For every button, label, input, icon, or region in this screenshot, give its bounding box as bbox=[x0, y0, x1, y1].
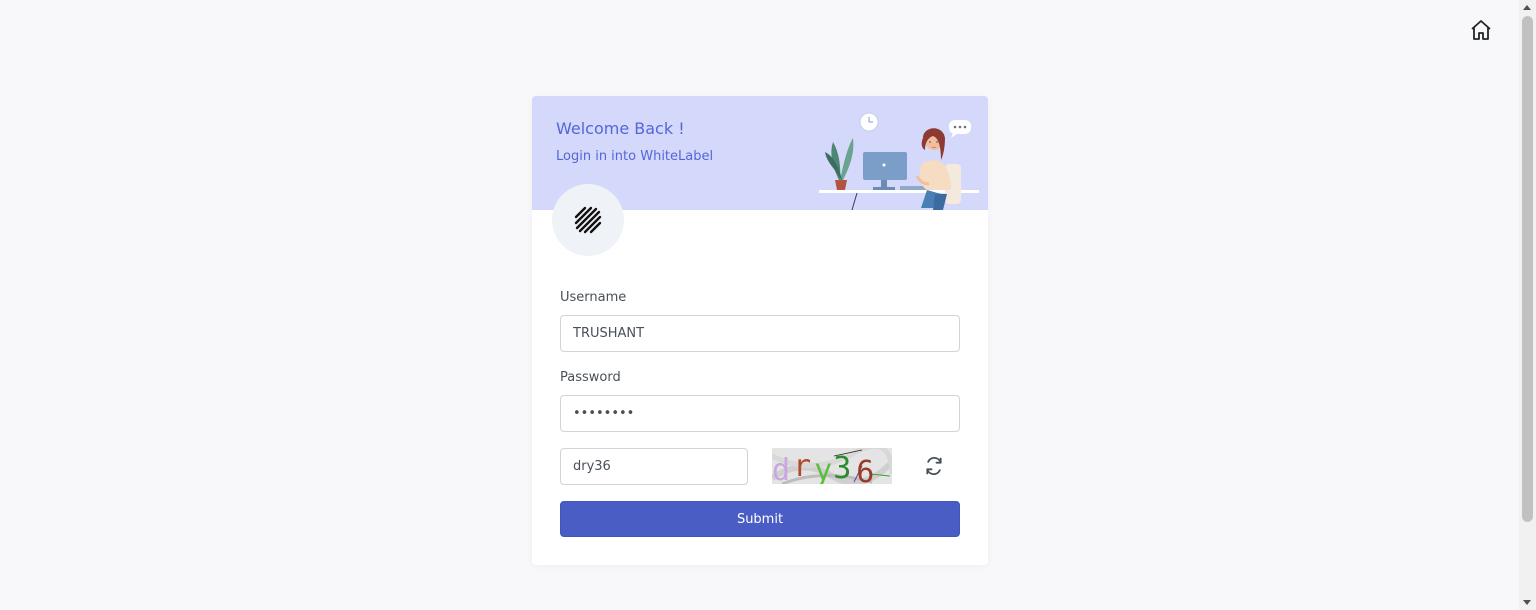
welcome-subtitle: Login in into WhiteLabel bbox=[556, 149, 714, 164]
home-button[interactable] bbox=[1468, 17, 1494, 43]
username-input[interactable] bbox=[560, 315, 960, 352]
scroll-down-arrow[interactable] bbox=[1523, 600, 1531, 605]
password-label: Password bbox=[560, 370, 621, 385]
scroll-up-arrow[interactable] bbox=[1523, 5, 1531, 10]
svg-text:dry36: dry3 6 bbox=[772, 449, 875, 484]
workspace-illustration bbox=[819, 112, 979, 210]
logo-avatar bbox=[552, 184, 624, 256]
password-input[interactable] bbox=[560, 395, 960, 432]
submit-button[interactable]: Submit bbox=[560, 501, 960, 537]
username-label: Username bbox=[560, 290, 627, 305]
captcha-input[interactable] bbox=[560, 448, 748, 485]
page-scrollbar[interactable] bbox=[1519, 0, 1536, 610]
home-icon bbox=[1471, 20, 1491, 40]
captcha-image: dry3 6 bbox=[772, 448, 892, 484]
refresh-captcha-button[interactable] bbox=[922, 454, 946, 478]
scroll-thumb[interactable] bbox=[1522, 16, 1533, 522]
refresh-icon bbox=[926, 456, 942, 476]
login-card: Welcome Back ! Login in into WhiteLabel bbox=[532, 96, 988, 565]
welcome-title: Welcome Back ! bbox=[556, 119, 685, 138]
logo-stripes-icon bbox=[574, 206, 602, 234]
